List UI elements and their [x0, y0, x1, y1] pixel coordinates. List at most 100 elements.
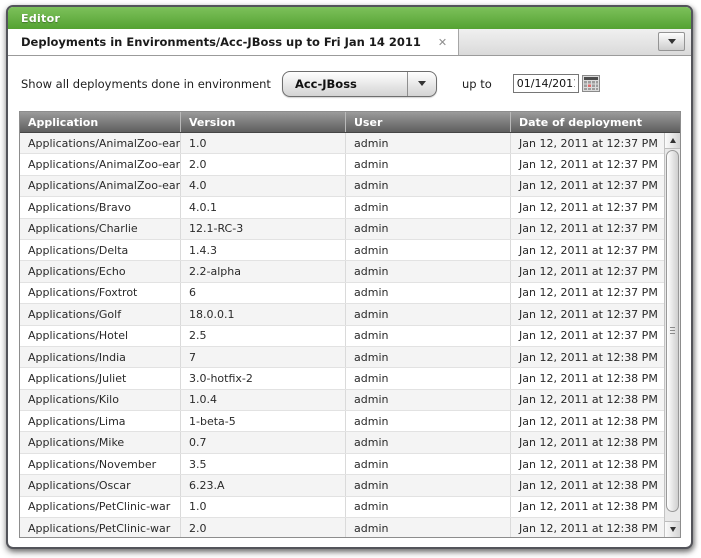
calendar-button[interactable]: [582, 75, 600, 92]
table-row[interactable]: Applications/Bravo 4.0.1 admin Jan 12, 2…: [20, 197, 680, 218]
date-input[interactable]: [513, 74, 579, 93]
cell-date: Jan 12, 2011 at 12:37 PM: [510, 283, 680, 303]
cell-date: Jan 12, 2011 at 12:38 PM: [510, 368, 680, 388]
cell-user: admin: [345, 518, 510, 537]
cell-user: admin: [345, 283, 510, 303]
table-row[interactable]: Applications/Mike 0.7 admin Jan 12, 2011…: [20, 432, 680, 453]
table-row[interactable]: Applications/Golf 18.0.0.1 admin Jan 12,…: [20, 304, 680, 325]
cell-version: 6: [180, 283, 345, 303]
cell-date: Jan 12, 2011 at 12:37 PM: [510, 326, 680, 346]
tab-close-icon[interactable]: ✕: [438, 37, 447, 48]
tab-deployments[interactable]: Deployments in Environments/Acc-JBoss up…: [8, 29, 459, 55]
table-row[interactable]: Applications/Foxtrot 6 admin Jan 12, 201…: [20, 283, 680, 304]
cell-date: Jan 12, 2011 at 12:37 PM: [510, 304, 680, 324]
cell-user: admin: [345, 454, 510, 474]
cell-user: admin: [345, 475, 510, 495]
arrow-up-icon: [670, 138, 676, 143]
cell-user: admin: [345, 240, 510, 260]
cell-version: 2.0: [180, 154, 345, 174]
cell-version: 1.0.4: [180, 390, 345, 410]
table-row[interactable]: Applications/Echo 2.2-alpha admin Jan 12…: [20, 261, 680, 282]
table-row[interactable]: Applications/Oscar 6.23.A admin Jan 12, …: [20, 475, 680, 496]
cell-user: admin: [345, 432, 510, 452]
cell-user: admin: [345, 261, 510, 281]
column-header-user[interactable]: User: [345, 112, 510, 132]
scroll-down-button[interactable]: [665, 521, 680, 537]
cell-version: 12.1-RC-3: [180, 219, 345, 239]
cell-date: Jan 12, 2011 at 12:37 PM: [510, 261, 680, 281]
cell-date: Jan 12, 2011 at 12:38 PM: [510, 497, 680, 517]
cell-version: 4.0: [180, 176, 345, 196]
tab-bar: Deployments in Environments/Acc-JBoss up…: [8, 29, 691, 56]
table-row[interactable]: Applications/AnimalZoo-ear 4.0 admin Jan…: [20, 176, 680, 197]
up-to-label: up to: [462, 77, 492, 91]
table-row[interactable]: Applications/Juliet 3.0-hotfix-2 admin J…: [20, 368, 680, 389]
cell-version: 6.23.A: [180, 475, 345, 495]
cell-version: 1.4.3: [180, 240, 345, 260]
cell-application: Applications/Oscar: [20, 475, 180, 495]
cell-user: admin: [345, 304, 510, 324]
window-titlebar: Editor: [8, 7, 691, 29]
cell-version: 2.0: [180, 518, 345, 537]
cell-version: 2.5: [180, 326, 345, 346]
cell-application: Applications/Bravo: [20, 197, 180, 217]
window-title: Editor: [21, 12, 60, 25]
cell-user: admin: [345, 347, 510, 367]
cell-application: Applications/Kilo: [20, 390, 180, 410]
deployments-table: Application Version User Date of deploym…: [19, 111, 681, 538]
table-row[interactable]: Applications/November 3.5 admin Jan 12, …: [20, 454, 680, 475]
cell-user: admin: [345, 154, 510, 174]
cell-user: admin: [345, 219, 510, 239]
table-row[interactable]: Applications/Lima 1-beta-5 admin Jan 12,…: [20, 411, 680, 432]
cell-application: Applications/AnimalZoo-ear: [20, 176, 180, 196]
tab-label: Deployments in Environments/Acc-JBoss up…: [21, 35, 421, 49]
cell-date: Jan 12, 2011 at 12:37 PM: [510, 240, 680, 260]
table-row[interactable]: Applications/PetClinic-war 1.0 admin Jan…: [20, 497, 680, 518]
table-body: Applications/AnimalZoo-ear 1.0 admin Jan…: [20, 133, 680, 537]
column-header-date[interactable]: Date of deployment: [510, 112, 680, 132]
column-header-version[interactable]: Version: [180, 112, 345, 132]
cell-application: Applications/AnimalZoo-ear: [20, 154, 180, 174]
cell-application: Applications/Golf: [20, 304, 180, 324]
cell-version: 2.2-alpha: [180, 261, 345, 281]
cell-date: Jan 12, 2011 at 12:38 PM: [510, 347, 680, 367]
cell-application: Applications/Juliet: [20, 368, 180, 388]
cell-date: Jan 12, 2011 at 12:37 PM: [510, 219, 680, 239]
cell-application: Applications/India: [20, 347, 180, 367]
table-row[interactable]: Applications/Delta 1.4.3 admin Jan 12, 2…: [20, 240, 680, 261]
cell-version: 1.0: [180, 497, 345, 517]
cell-user: admin: [345, 497, 510, 517]
cell-user: admin: [345, 326, 510, 346]
cell-date: Jan 12, 2011 at 12:38 PM: [510, 390, 680, 410]
arrow-down-icon: [670, 527, 676, 532]
cell-user: admin: [345, 197, 510, 217]
table-row[interactable]: Applications/India 7 admin Jan 12, 2011 …: [20, 347, 680, 368]
table-row[interactable]: Applications/AnimalZoo-ear 1.0 admin Jan…: [20, 133, 680, 154]
scrollbar-thumb[interactable]: [666, 150, 679, 512]
cell-application: Applications/PetClinic-war: [20, 497, 180, 517]
table-row[interactable]: Applications/Charlie 12.1-RC-3 admin Jan…: [20, 219, 680, 240]
cell-application: Applications/November: [20, 454, 180, 474]
scroll-up-button[interactable]: [665, 133, 680, 149]
table-row[interactable]: Applications/PetClinic-war 2.0 admin Jan…: [20, 518, 680, 537]
cell-application: Applications/PetClinic-war: [20, 518, 180, 537]
cell-date: Jan 12, 2011 at 12:37 PM: [510, 133, 680, 153]
cell-application: Applications/Echo: [20, 261, 180, 281]
cell-application: Applications/Charlie: [20, 219, 180, 239]
filter-bar: Show all deployments done in environment…: [8, 56, 691, 111]
tab-list-dropdown-button[interactable]: [658, 32, 685, 51]
table-row[interactable]: Applications/Hotel 2.5 admin Jan 12, 201…: [20, 326, 680, 347]
table-row[interactable]: Applications/Kilo 1.0.4 admin Jan 12, 20…: [20, 390, 680, 411]
cell-user: admin: [345, 390, 510, 410]
column-header-application[interactable]: Application: [20, 112, 180, 132]
dropdown-arrow-zone[interactable]: [407, 72, 436, 96]
table-row[interactable]: Applications/AnimalZoo-ear 2.0 admin Jan…: [20, 154, 680, 175]
editor-window: Editor Deployments in Environments/Acc-J…: [6, 5, 693, 549]
cell-date: Jan 12, 2011 at 12:37 PM: [510, 176, 680, 196]
environment-dropdown[interactable]: Acc-JBoss: [282, 71, 437, 97]
cell-version: 7: [180, 347, 345, 367]
chevron-down-icon: [668, 39, 676, 44]
cell-version: 1.0: [180, 133, 345, 153]
vertical-scrollbar[interactable]: [664, 133, 680, 537]
cell-user: admin: [345, 133, 510, 153]
